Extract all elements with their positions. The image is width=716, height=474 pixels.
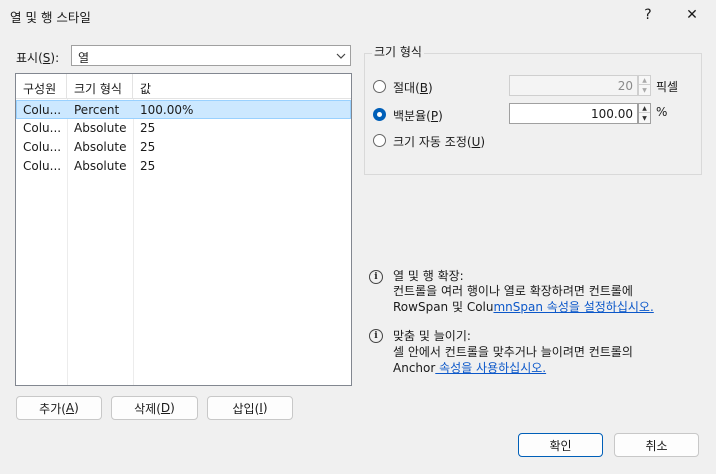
row-value: 25 (140, 121, 156, 135)
row-size-type: Absolute (74, 140, 127, 154)
help-button[interactable]: ? (626, 0, 670, 30)
span-properties-link[interactable]: mnSpan 속성을 설정하십시오. (493, 300, 653, 314)
autosize-label[interactable]: 크기 자동 조정(U) (393, 133, 485, 150)
absolute-spinner[interactable]: ▲ ▼ (638, 75, 651, 96)
percent-label[interactable]: 백분율(P) (393, 107, 443, 124)
cancel-button[interactable]: 취소 (614, 433, 699, 457)
spin-down-icon[interactable]: ▼ (639, 86, 650, 95)
row-size-type: Absolute (74, 159, 127, 173)
help-icon: ? (644, 7, 652, 23)
row-value: 100.00% (140, 103, 194, 117)
delete-button[interactable]: 삭제(D) (111, 396, 198, 420)
show-label: 표시(S): (16, 51, 60, 65)
add-button[interactable]: 추가(A) (16, 396, 102, 420)
list-header: 구성원 크기 형식 값 (16, 74, 351, 99)
member-list[interactable]: 구성원 크기 형식 값 Colu... Percent 100.00% Colu… (15, 73, 352, 386)
row-member: Colu... (23, 140, 62, 154)
absolute-value: 20 (617, 79, 633, 93)
ok-button[interactable]: 확인 (518, 433, 603, 457)
absolute-value-input[interactable]: 20 (509, 75, 638, 96)
info-anchor-title: 맞춤 및 늘이기: (393, 329, 471, 343)
column-header-size-type[interactable]: 크기 형식 (67, 74, 133, 99)
row-member: Colu... (23, 159, 62, 173)
info-span-line1: 컨트롤을 여러 행이나 열로 확장하려면 컨트롤에 (393, 284, 633, 298)
row-value: 25 (140, 159, 156, 173)
table-row[interactable]: Colu... Absolute 25 (16, 157, 351, 176)
info-icon: i (369, 270, 383, 284)
table-row[interactable]: Colu... Absolute 25 (16, 138, 351, 157)
row-member: Colu... (23, 121, 62, 135)
spin-up-icon[interactable]: ▲ (639, 76, 650, 85)
column-header-value[interactable]: 값 (133, 74, 351, 99)
absolute-radio[interactable] (373, 80, 386, 93)
close-button[interactable]: ✕ (670, 0, 714, 30)
column-header-member[interactable]: 구성원 (16, 74, 67, 99)
info-icon: i (369, 329, 383, 343)
insert-button[interactable]: 삽입(I) (207, 396, 293, 420)
spin-down-icon[interactable]: ▼ (639, 114, 650, 123)
table-row[interactable]: Colu... Percent 100.00% (16, 100, 351, 119)
row-size-type: Absolute (74, 121, 127, 135)
info-anchor-line2: Anchor 속성을 사용하십시오. (393, 361, 547, 375)
show-select[interactable]: 열 (71, 45, 351, 66)
size-type-group-title: 크기 형식 (372, 43, 424, 60)
autosize-radio[interactable] (373, 134, 386, 147)
percent-spinner[interactable]: ▲ ▼ (638, 103, 651, 124)
row-value: 25 (140, 140, 156, 154)
chevron-down-icon (336, 53, 346, 59)
close-icon: ✕ (686, 7, 698, 23)
absolute-label[interactable]: 절대(B) (393, 79, 433, 96)
column-row-styles-dialog: 열 및 행 스타일 ? ✕ 표시(S): 열 구성원 크기 형식 값 Colu.… (0, 0, 716, 474)
percent-value-input[interactable]: 100.00 (509, 103, 638, 124)
table-row[interactable]: Colu... Absolute 25 (16, 119, 351, 138)
percent-unit: % (656, 105, 668, 119)
percent-value: 100.00 (591, 107, 633, 121)
info-span-line2: RowSpan 및 ColumnSpan 속성을 설정하십시오. (393, 300, 654, 314)
dialog-title: 열 및 행 스타일 (10, 10, 91, 25)
show-select-value: 열 (78, 51, 90, 65)
row-size-type: Percent (74, 103, 120, 117)
row-member: Colu... (23, 103, 62, 117)
anchor-property-link[interactable]: 속성을 사용하십시오. (435, 361, 546, 375)
absolute-unit: 픽셀 (656, 80, 679, 94)
title-bar: 열 및 행 스타일 ? ✕ (0, 0, 716, 30)
spin-up-icon[interactable]: ▲ (639, 104, 650, 113)
info-anchor-line1: 셀 안에서 컨트롤을 맞추거나 늘이려면 컨트롤의 (393, 345, 633, 359)
percent-radio[interactable] (373, 108, 386, 121)
